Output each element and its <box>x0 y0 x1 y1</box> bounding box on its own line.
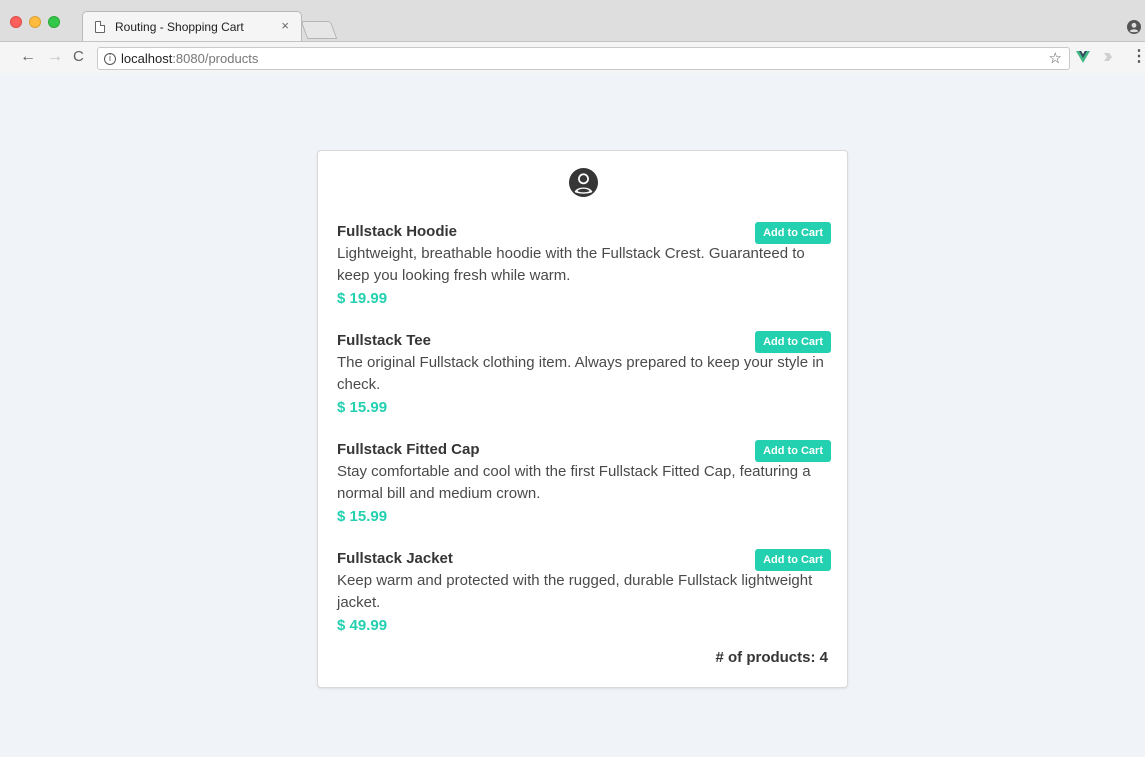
product-description: The original Fullstack clothing item. Al… <box>337 354 824 393</box>
product-item: Fullstack Hoodie Add to Cart Lightweight… <box>337 222 831 309</box>
new-tab-button[interactable] <box>300 21 338 39</box>
bookmark-star-icon[interactable]: ☆ <box>1049 49 1062 67</box>
products-card: Fullstack Hoodie Add to Cart Lightweight… <box>317 150 848 688</box>
product-description: Lightweight, breathable hoodie with the … <box>337 245 805 284</box>
product-price: $ 19.99 <box>337 290 388 307</box>
window-close-button[interactable] <box>10 16 22 28</box>
tab-close-icon[interactable]: × <box>281 18 289 33</box>
extension-icon[interactable] <box>1101 50 1115 64</box>
add-to-cart-button[interactable]: Add to Cart <box>755 222 831 244</box>
profile-icon[interactable] <box>1127 20 1141 34</box>
user-circle-icon[interactable] <box>568 167 599 198</box>
product-item: Fullstack Jacket Add to Cart Keep warm a… <box>337 549 831 636</box>
window-zoom-button[interactable] <box>48 16 60 28</box>
product-price: $ 15.99 <box>337 399 388 416</box>
add-to-cart-button[interactable]: Add to Cart <box>755 440 831 462</box>
add-to-cart-button[interactable]: Add to Cart <box>755 549 831 571</box>
vue-devtools-icon[interactable] <box>1076 50 1090 64</box>
browser-toolbar: ← → C i localhost:8080/products ☆ ⋮ <box>0 41 1145 73</box>
browser-chrome: Routing - Shopping Cart × ← → C i localh… <box>0 0 1145 73</box>
forward-icon[interactable]: → <box>47 48 63 66</box>
url-text[interactable]: localhost:8080/products <box>121 51 258 66</box>
product-description: Stay comfortable and cool with the first… <box>337 463 811 502</box>
window-minimize-button[interactable] <box>29 16 41 28</box>
product-item: Fullstack Tee Add to Cart The original F… <box>337 331 831 418</box>
url-host: localhost <box>121 51 173 66</box>
address-bar[interactable]: i localhost:8080/products ☆ <box>97 47 1070 70</box>
product-item: Fullstack Fitted Cap Add to Cart Stay co… <box>337 440 831 527</box>
browser-tab[interactable]: Routing - Shopping Cart × <box>82 11 302 41</box>
reload-icon[interactable]: C <box>73 48 84 66</box>
page-icon <box>95 21 105 33</box>
back-icon[interactable]: ← <box>20 48 36 66</box>
url-path: :8080/products <box>172 51 259 66</box>
product-price: $ 15.99 <box>337 508 388 525</box>
product-price: $ 49.99 <box>337 617 388 634</box>
tab-title: Routing - Shopping Cart <box>115 20 244 34</box>
product-description: Keep warm and protected with the rugged,… <box>337 572 813 611</box>
product-count: # of products: 4 <box>715 649 828 666</box>
tab-strip: Routing - Shopping Cart × <box>0 0 1145 41</box>
browser-menu-icon[interactable]: ⋮ <box>1131 48 1145 66</box>
info-icon[interactable]: i <box>104 53 116 65</box>
add-to-cart-button[interactable]: Add to Cart <box>755 331 831 353</box>
